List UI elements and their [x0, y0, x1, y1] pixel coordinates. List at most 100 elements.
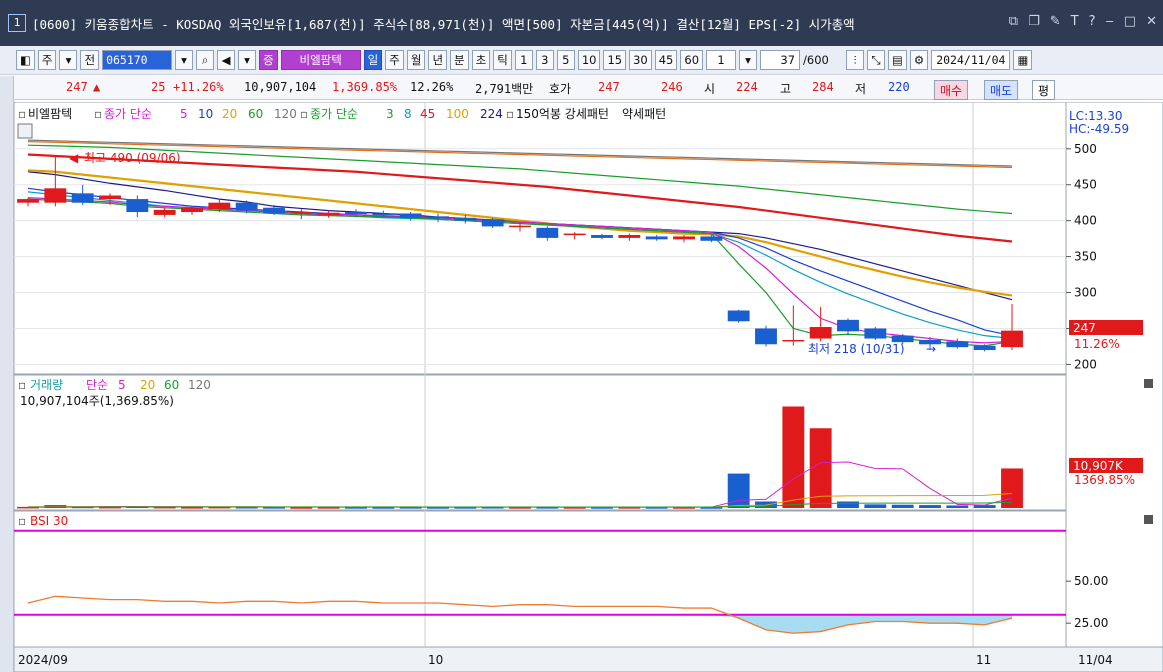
- copy-icon[interactable]: ❐: [1028, 14, 1040, 29]
- chart-type-icon[interactable]: ⫶: [846, 50, 865, 70]
- pin-icon[interactable]: ✎: [1050, 14, 1061, 29]
- chart-canvas[interactable]: 50045040035030025020030,000K20,000K10,00…: [13, 101, 1163, 672]
- interval-45[interactable]: 45: [654, 50, 678, 70]
- page-current-input[interactable]: 37: [760, 50, 801, 70]
- legend-weak-pattern[interactable]: 약세패턴: [622, 106, 666, 121]
- legend-stock-name[interactable]: 비엘팜텍: [28, 107, 72, 121]
- jeon-button[interactable]: 전: [80, 50, 100, 70]
- period-second[interactable]: 초: [471, 50, 491, 70]
- turnover-rate: 12.26%: [410, 80, 454, 94]
- window-number-badge[interactable]: 1: [8, 14, 26, 32]
- legend-square-icon: ▫: [18, 107, 26, 121]
- date-input[interactable]: 2024/11/04: [931, 50, 1011, 70]
- candle-body: [399, 213, 422, 218]
- titlebar-icons: ⧉ ❐ ✎ T ? ‒ □ ✕: [1009, 14, 1157, 29]
- indicator-panel-menu-icon[interactable]: [1144, 515, 1153, 524]
- period-day[interactable]: 일: [363, 50, 383, 70]
- stock-name-field[interactable]: 비엘팜텍: [280, 50, 361, 70]
- legend-ma-label-b[interactable]: 종가 단순: [310, 107, 358, 121]
- legend-strong-pattern[interactable]: 150억봉 강세패턴: [516, 107, 609, 121]
- search-icon[interactable]: ⌕: [196, 50, 215, 70]
- candle-body: [317, 212, 340, 215]
- candle-body: [509, 225, 531, 228]
- calc-icon[interactable]: [17, 123, 33, 139]
- close-icon[interactable]: ✕: [1146, 14, 1157, 29]
- buy-button[interactable]: 매수: [934, 80, 969, 100]
- price-tick-label: 350: [1074, 250, 1097, 264]
- legend-vol-ma20: 20: [140, 378, 155, 392]
- legend-vol-simple: 단순: [86, 378, 108, 392]
- legend-bsi[interactable]: BSI 30: [30, 514, 68, 528]
- ju-dropdown-icon[interactable]: ▾: [59, 50, 78, 70]
- volume-bar: [891, 504, 914, 508]
- zeung-badge[interactable]: 증: [259, 50, 278, 70]
- candle-body: [99, 195, 121, 200]
- speaker-icon[interactable]: ◀: [217, 50, 236, 70]
- volume-bar: [864, 504, 887, 508]
- period-tick[interactable]: 틱: [493, 50, 512, 70]
- interval-30[interactable]: 30: [629, 50, 652, 70]
- save-icon[interactable]: ▤: [888, 50, 907, 70]
- interval-15[interactable]: 15: [603, 50, 627, 70]
- ju-button[interactable]: 주: [37, 50, 57, 70]
- legend-ma3: 3: [386, 107, 394, 121]
- x-label-sep: 2024/09: [18, 653, 68, 667]
- titlebar-row: 1 [0600] 키움종합차트 - KOSDAQ 외국인보유[1,687(천)]…: [0, 0, 1163, 46]
- volume-info-line: 10,907,104주(1,369.85%): [20, 394, 174, 408]
- volume-last-label: 10,907K: [1073, 459, 1124, 473]
- restore-icon[interactable]: ⧉: [1009, 14, 1018, 29]
- maximize-icon[interactable]: □: [1124, 14, 1136, 29]
- stock-code-input[interactable]: 065170: [102, 50, 173, 70]
- candle-body: [235, 202, 258, 211]
- count-spin-icon[interactable]: ▾: [739, 50, 758, 70]
- drawing-tool-icon[interactable]: ⤡: [867, 50, 886, 70]
- period-year[interactable]: 년: [428, 50, 448, 70]
- legend-volume[interactable]: 거래량: [30, 378, 63, 392]
- avg-button[interactable]: 평: [1032, 80, 1056, 100]
- volume-panel-menu-icon[interactable]: [1144, 379, 1153, 388]
- legend-vol-ma120: 120: [188, 378, 211, 392]
- legend-ma224: 224: [480, 107, 503, 121]
- legend-ma8: 8: [404, 107, 412, 121]
- count-input[interactable]: 1: [706, 50, 737, 70]
- candle-body: [755, 328, 777, 345]
- candle-body: [208, 202, 231, 210]
- candle-body: [427, 216, 449, 219]
- text-icon[interactable]: T: [1071, 14, 1079, 29]
- legend-square-icon: ▫: [94, 107, 102, 121]
- chart-toolbar: ◧ 주 ▾ 전 065170 ▾ ⌕ ◀ ▾ 증 비엘팜텍 일 주 월 년 분 …: [0, 46, 1163, 75]
- interval-10[interactable]: 10: [577, 50, 601, 70]
- legend-square-icon: ▫: [506, 107, 514, 121]
- candle-body: [618, 235, 641, 238]
- period-month[interactable]: 월: [406, 50, 426, 70]
- candle-body: [591, 235, 613, 238]
- chart-area[interactable]: 50045040035030025020030,000K20,000K10,00…: [13, 101, 1163, 672]
- current-price: 247: [66, 80, 88, 94]
- code-dropdown-icon[interactable]: ▾: [175, 50, 194, 70]
- interval-5[interactable]: 5: [556, 50, 575, 70]
- gear-icon[interactable]: ⚙: [909, 50, 929, 70]
- candle-body: [973, 345, 996, 351]
- interval-3[interactable]: 3: [535, 50, 554, 70]
- candle-body: [809, 327, 832, 339]
- window-titlebar: 1 [0600] 키움종합차트 - KOSDAQ 외국인보유[1,687(천)]…: [0, 0, 1163, 46]
- calendar-icon[interactable]: ▦: [1013, 50, 1033, 70]
- candle-body: [372, 213, 395, 215]
- period-week[interactable]: 주: [385, 50, 404, 70]
- speaker-dropdown-icon[interactable]: ▾: [238, 50, 257, 70]
- sell-button[interactable]: 매도: [984, 80, 1019, 100]
- minimize-icon[interactable]: ‒: [1106, 14, 1114, 29]
- legend-square-icon: ▫: [18, 378, 26, 392]
- indicator-tick-label: 25.00: [1074, 616, 1108, 630]
- candle-body: [345, 212, 367, 215]
- interval-1[interactable]: 1: [514, 50, 533, 70]
- legend-ma45: 45: [420, 107, 435, 121]
- layout-icon[interactable]: ◧: [16, 50, 35, 70]
- candle-body: [17, 199, 39, 203]
- interval-60[interactable]: 60: [680, 50, 704, 70]
- high-annotation: 최고 490 (09/06): [84, 151, 181, 165]
- legend-ma-label-a[interactable]: 종가 단순: [104, 107, 152, 121]
- help-icon[interactable]: ?: [1089, 14, 1096, 29]
- period-minute[interactable]: 분: [450, 50, 469, 70]
- legend-square-icon: ▫: [18, 514, 26, 528]
